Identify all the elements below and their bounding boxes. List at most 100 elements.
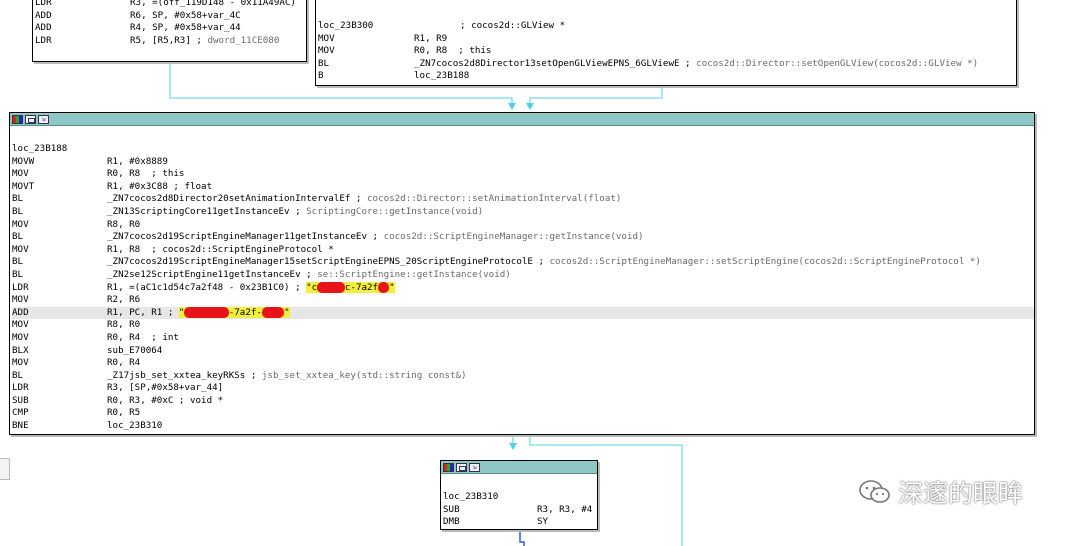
comment: se::ScriptEngine::getInstance(void): [317, 268, 511, 280]
asm-label-line[interactable]: loc_23B300 ; cocos2d::GLView *: [318, 20, 1016, 33]
operands: R4, SP, #0x58+var_44: [130, 22, 241, 34]
redacted-text: c1c1d54c: [184, 306, 229, 318]
mnemonic: ADD: [12, 306, 29, 318]
asm-line[interactable]: MOV R1, R8 ; cocos2d::ScriptEngineProtoco…: [12, 244, 1034, 257]
asm-line[interactable]: BL _ZN13ScriptingCore11getInstanceEv ; Sc…: [12, 206, 1034, 219]
graph-view-icon[interactable]: [25, 114, 36, 124]
mnemonic: B: [318, 70, 324, 82]
asm-line[interactable]: BL _ZN7cocos2d8Director20setAnimationInte…: [12, 193, 1034, 206]
asm-line[interactable]: ADD R4, SP, #0x58+var_44: [35, 22, 306, 35]
mnemonic: BNE: [12, 420, 29, 432]
asm-line[interactable]: BL _ZN7cocos2d8Director13setOpenGLViewEPN…: [318, 58, 1016, 71]
watermark: 深邃的眼眸: [858, 472, 1023, 512]
asm-line[interactable]: MOV R8, R0: [12, 319, 1034, 332]
asm-line[interactable]: BLX sub_E70064: [12, 345, 1034, 358]
asm-line[interactable]: LDR R3, [SP,#0x58+var_44]: [12, 382, 1034, 395]
operands: R3, R3, #4: [537, 503, 593, 515]
comment: cocos2d::ScriptEngineManager::getInstanc…: [383, 231, 644, 243]
operands: R0, R8 ; this: [107, 168, 185, 180]
zoom-icon[interactable]: ⇲: [38, 114, 49, 124]
block-label[interactable]: loc_23B310: [443, 491, 498, 504]
operands: R3, =(off_119D148 - 0x11A49AC): [130, 0, 296, 8]
branch-target[interactable]: loc_23B188: [414, 70, 469, 83]
asm-line-selected[interactable]: ADD R1, PC, R1 ; "c1c1d54c-7a2f-48ba": [12, 306, 1034, 320]
asm-line[interactable]: MOV R8, R0: [12, 219, 1034, 232]
code-block-loc-23b310[interactable]: ⇲ loc_23B310 SUB R3, R3, #4 DMB SY: [440, 460, 598, 530]
comment: cocos2d::Director::setOpenGLView(cocos2d…: [696, 57, 979, 69]
asm-line[interactable]: MOV R0, R4: [12, 357, 1034, 370]
block-titlebar: ⇲: [10, 113, 1034, 126]
mnemonic: MOV: [12, 319, 29, 331]
asm-line[interactable]: BL _ZN7cocos2d19ScriptEngineManager11getI…: [12, 231, 1034, 244]
code-block-loc-23b188[interactable]: ⇲ loc_23B188 MOVW R1, #0x8889 MOV R0, R8 ;…: [9, 112, 1035, 435]
asm-line[interactable]: DMB SY: [443, 516, 597, 529]
block-label[interactable]: loc_23B188: [12, 143, 67, 156]
call-target[interactable]: sub_E70064: [107, 345, 162, 358]
redacted-text: 48ba: [261, 306, 285, 318]
redacted-text: 48: [378, 281, 390, 293]
code-block-top-left[interactable]: LDR R3, =(off_119D148 - 0x11A49AC) ADD R6,…: [32, 0, 307, 62]
scroll-handle[interactable]: [0, 458, 10, 480]
operands: R3, [SP,#0x58+var_44]: [107, 382, 224, 394]
mnemonic: LDR: [12, 281, 29, 293]
operands: R2, R6: [107, 294, 141, 306]
asm-label-line[interactable]: loc_23B188: [12, 143, 1034, 156]
mnemonic: BL: [12, 231, 24, 243]
mnemonic: MOV: [318, 32, 335, 44]
code-block-loc-23b300[interactable]: loc_23B300; cocos2d::GLView * MOV R1, R9 …: [315, 0, 1017, 86]
asm-line[interactable]: BL _Z17jsb_set_xxtea_keyRKSs ; jsb_set_xx…: [12, 370, 1034, 383]
operands: _ZN2se12ScriptEngine11getInstanceEv ;: [107, 268, 318, 280]
ida-graph-canvas[interactable]: LDR R3, =(off_119D148 - 0x11A49AC) ADD R6,…: [0, 0, 1080, 546]
operands: R6, SP, #0x58+var_4C: [130, 9, 241, 21]
asm-line[interactable]: BL _ZN2se12ScriptEngine11getInstanceEv ; …: [12, 269, 1034, 282]
operands: _ZN7cocos2d19ScriptEngineManager11getIns…: [107, 231, 384, 243]
asm-line[interactable]: MOV R0, R8 ; this: [318, 45, 1016, 58]
branch-target[interactable]: loc_23B310: [107, 420, 162, 433]
mnemonic: BL: [12, 268, 24, 280]
block-label[interactable]: loc_23B300: [318, 20, 373, 33]
comment: ; cocos2d::GLView *: [460, 20, 566, 31]
asm-label-line[interactable]: loc_23B310: [443, 491, 597, 504]
asm-line[interactable]: ADD R6, SP, #0x58+var_4C: [35, 10, 306, 23]
operands: R0, R8 ; this: [414, 45, 492, 57]
operands: _Z17jsb_set_xxtea_keyRKSs ;: [107, 369, 262, 381]
asm-line[interactable]: LDR R5, [R5,R3] ; dword_11CE080: [35, 35, 306, 48]
mnemonic: MOV: [12, 357, 29, 369]
mnemonic: MOV: [318, 45, 335, 57]
asm-line[interactable]: SUB R3, R3, #4: [443, 504, 597, 517]
asm-line[interactable]: LDR R1, =(aC1c1d54c7a2f48 - 0x23B1C0) ; "…: [12, 281, 1034, 295]
color-palette-icon[interactable]: [443, 462, 454, 472]
asm-line[interactable]: MOV R0, R8 ; this: [12, 168, 1034, 181]
operands: _ZN7cocos2d19ScriptEngineManager15setScr…: [107, 256, 550, 268]
comment: cocos2d::Director::setAnimationInterval(…: [366, 193, 622, 205]
watermark-text: 深邃的眼眸: [898, 479, 1024, 508]
mnemonic: MOV: [12, 243, 29, 255]
asm-line[interactable]: CMP R0, R5: [12, 407, 1034, 420]
mnemonic: LDR: [12, 382, 29, 394]
asm-line[interactable]: Bloc_23B188: [318, 70, 1016, 83]
asm-line[interactable]: MOV R0, R4 ; int: [12, 332, 1034, 345]
asm-line[interactable]: MOVW R1, #0x8889: [12, 156, 1034, 169]
asm-line[interactable]: BL _ZN7cocos2d19ScriptEngineManager15setS…: [12, 256, 1034, 269]
operands: _ZN13ScriptingCore11getInstanceEv ;: [107, 205, 307, 217]
mnemonic: MOVW: [12, 155, 35, 167]
graph-view-icon[interactable]: [456, 462, 467, 472]
mnemonic: MOV: [12, 168, 29, 180]
asm-line[interactable]: LDR R3, =(off_119D148 - 0x11A49AC): [35, 0, 306, 10]
mnemonic: CMP: [12, 407, 29, 419]
operands: _ZN7cocos2d8Director20setAnimationInterv…: [107, 193, 367, 205]
asm-line[interactable]: MOV R2, R6: [12, 294, 1034, 307]
asm-line[interactable]: SUB R0, R3, #0xC ; void *: [12, 395, 1034, 408]
zoom-icon[interactable]: ⇲: [469, 462, 480, 472]
operands: _ZN7cocos2d8Director13setOpenGLViewEPNS_…: [414, 57, 697, 69]
asm-line[interactable]: MOV R1, R9: [318, 33, 1016, 46]
operands: R1, PC, R1 ;: [107, 306, 179, 318]
asm-line[interactable]: BNE loc_23B310: [12, 420, 1034, 433]
redacted-text: c1d54: [317, 281, 345, 293]
operands: R1, #0x3C88 ; float: [107, 180, 213, 192]
string-literal: "c1c1d54c-7a2f-48ba": [178, 306, 290, 318]
asm-line[interactable]: MOVT R1, #0x3C88 ; float: [12, 181, 1034, 194]
operands: SY: [537, 516, 549, 528]
color-palette-icon[interactable]: [12, 114, 23, 124]
operands: R0, R4 ; int: [107, 331, 179, 343]
